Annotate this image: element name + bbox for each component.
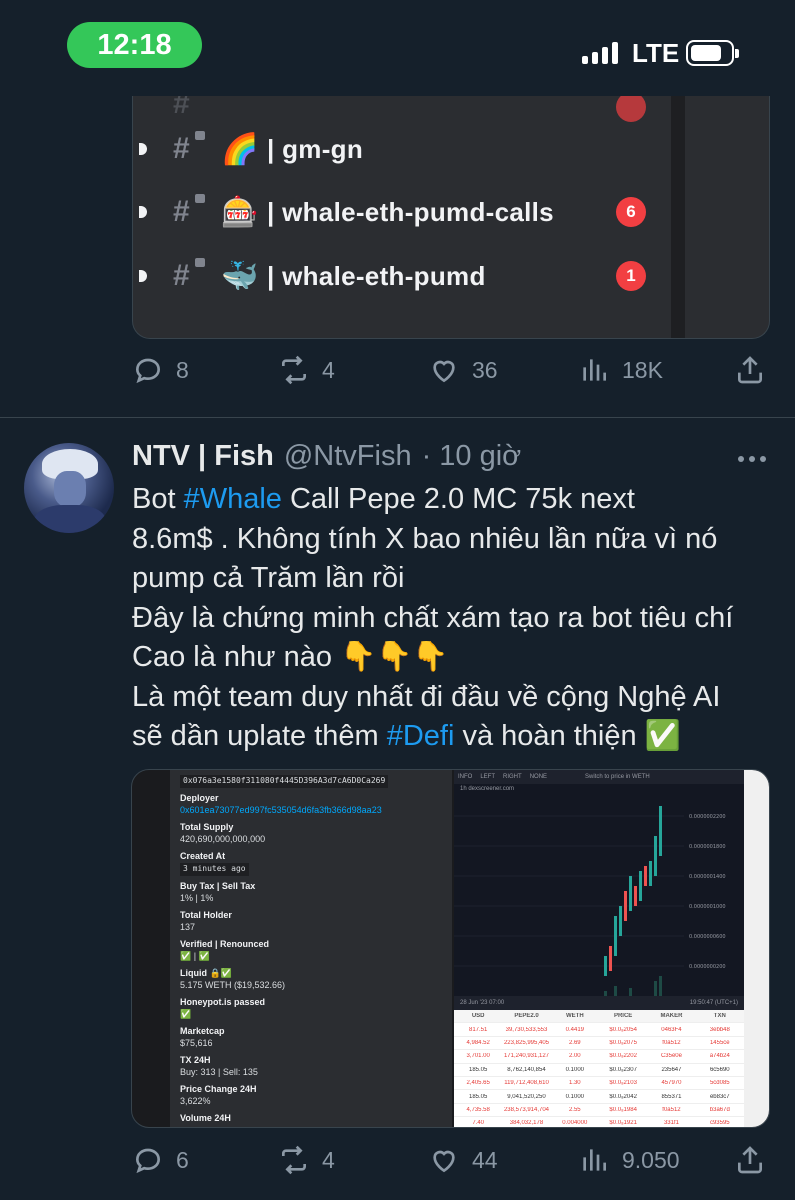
reply-icon [135, 1148, 161, 1174]
signal-icon [582, 42, 618, 64]
price-chart: 1h dexscreener.com 0.0000002200 0.0000001… [454, 784, 744, 1006]
trades-table: USD PEPE2.0 WETH PRICE MAKER TXN 817.51 39,730… [454, 1010, 744, 1127]
svg-text:0.0000001000: 0.0000001000 [689, 904, 726, 910]
retweet-icon [282, 355, 306, 385]
tweet-actions: 6 4 44 9.050 [132, 1144, 772, 1184]
unread-badge: 1 [616, 261, 646, 291]
channel-name: | whale-eth-pumd-calls [267, 196, 554, 227]
retweet-count: 4 [322, 356, 335, 383]
tweet-media-image[interactable]: 0x076a3e1580f311080f4445D396A3d7cA6D0Ca2… [131, 769, 770, 1128]
reply-icon [135, 358, 161, 384]
channel-emoji: 🌈 [221, 132, 259, 166]
tweet-media-discord-screenshot[interactable]: # # 🌈 | gm-gn # 🎰 | whale-eth-pumd-calls… [132, 96, 770, 339]
dex-toolbar: INFO LEFT RIGHT NONE Switch to price in WETH [454, 770, 744, 784]
discord-channel-partial: # [133, 96, 769, 124]
svg-text:0.0000002200: 0.0000002200 [689, 814, 726, 820]
retweet-button[interactable]: 4 [278, 1144, 335, 1176]
discord-channel: # 🌈 | gm-gn [133, 129, 769, 169]
table-header: USD PEPE2.0 WETH PRICE MAKER TXN [454, 1010, 744, 1024]
share-button[interactable] [734, 354, 766, 386]
channel-emoji: 🎰 [221, 195, 259, 229]
channel-name: | whale-eth-pumd [267, 260, 486, 291]
reply-count: 8 [176, 356, 189, 383]
user-handle[interactable]: @NtvFish [284, 440, 412, 473]
tweet-time[interactable]: · 10 giờ [422, 440, 522, 473]
svg-text:0.0000000600: 0.0000000600 [689, 934, 726, 940]
reply-button[interactable]: 6 [132, 1144, 189, 1176]
share-icon [738, 356, 762, 384]
dex-side-panel [744, 770, 769, 1127]
battery-icon [686, 40, 739, 66]
retweet-count: 4 [322, 1146, 335, 1173]
tweet-text: Bot #Whale Call Pepe 2.0 MC 75k next 8.6… [132, 483, 734, 752]
tweet-header: NTV | Fish @NtvFish · 10 giờ [132, 440, 521, 473]
more-options-icon[interactable] [738, 456, 766, 462]
network-type: LTE [632, 38, 680, 68]
lock-icon [195, 131, 205, 140]
svg-text:0.0000000200: 0.0000000200 [689, 964, 726, 970]
table-row: 817.51 39,730,533,553 0.4419 $0.0₈2054 0463F… [454, 1023, 744, 1037]
svg-text:0.0000001800: 0.0000001800 [689, 844, 726, 850]
svg-text:0.0000001400: 0.0000001400 [689, 874, 726, 880]
table-row: 7.40 384,032,178 0.004000 $0.0₈1921 331f1 c93… [454, 1117, 744, 1127]
display-name[interactable]: NTV | Fish [132, 440, 274, 473]
tweet-divider [0, 417, 795, 418]
views-icon [583, 1149, 606, 1171]
retweet-icon [282, 1145, 306, 1175]
hash-icon: # [173, 195, 190, 228]
discord-channel: # 🎰 | whale-eth-pumd-calls 6 [133, 192, 769, 232]
table-row: 185.05 8,762,140,854 0.1000 $0.0₈2307 235647… [454, 1064, 744, 1077]
chart-timebar: 28 Jun '23 07:00 19:50:47 (UTC+1) [454, 996, 744, 1010]
candlestick-chart: 0.0000002200 0.0000001800 0.0000001400 0.00… [454, 806, 726, 1001]
discord-channel: # 🐳 | whale-eth-pumd 1 [133, 256, 769, 296]
views-button[interactable]: 18K [578, 354, 663, 386]
lock-icon [195, 194, 205, 203]
reply-count: 6 [176, 1146, 189, 1173]
status-time[interactable]: 12:18 [67, 22, 202, 68]
lock-icon [195, 258, 205, 267]
heart-icon [433, 360, 455, 383]
like-button[interactable]: 36 [428, 354, 498, 386]
tweet-actions: 8 4 36 18K [132, 354, 772, 394]
views-icon [583, 359, 606, 381]
channel-name: | gm-gn [267, 133, 364, 164]
like-button[interactable]: 44 [428, 1144, 498, 1176]
share-icon [738, 1146, 762, 1174]
views-button[interactable]: 9.050 [578, 1144, 680, 1176]
table-row: 3,701.00 171,240,931,127 2.00 $0.0₈2202 C35e… [454, 1050, 744, 1064]
like-count: 44 [472, 1146, 498, 1173]
unread-badge: 6 [616, 197, 646, 227]
table-row: 4,735.58 238,573,914,704 2.55 $0.0₈1984 f0a5… [454, 1104, 744, 1118]
avatar[interactable] [24, 443, 114, 533]
heart-icon [433, 1150, 455, 1173]
bot-info-panel: 0x076a3e1580f311080f4445D396A3d7cA6D0Ca2… [170, 770, 452, 1127]
share-button[interactable] [734, 1144, 766, 1176]
hash-icon: # [173, 259, 190, 292]
dexscreener-panel: INFO LEFT RIGHT NONE Switch to price in WETH… [454, 770, 769, 1127]
hash-icon: # [173, 132, 190, 165]
hashtag-link[interactable]: #Defi [387, 720, 455, 752]
table-row: 185.05 9,041,520,250 0.1000 $0.0₈2042 855371… [454, 1090, 744, 1104]
table-row: 2,405.65 119,712,408,610 1.30 $0.0₈2103 4579… [454, 1077, 744, 1091]
retweet-button[interactable]: 4 [278, 354, 335, 386]
reply-button[interactable]: 8 [132, 354, 189, 386]
table-row: 4,984.52 223,825,995,405 2.69 $0.0₈2075 f0a5… [454, 1037, 744, 1051]
like-count: 36 [472, 356, 498, 383]
views-count: 9.050 [622, 1146, 680, 1173]
status-bar: 12:18 LTE [0, 0, 795, 96]
channel-emoji: 🐳 [221, 259, 259, 293]
views-count: 18K [622, 356, 663, 383]
hashtag-link[interactable]: #Whale [184, 483, 282, 515]
